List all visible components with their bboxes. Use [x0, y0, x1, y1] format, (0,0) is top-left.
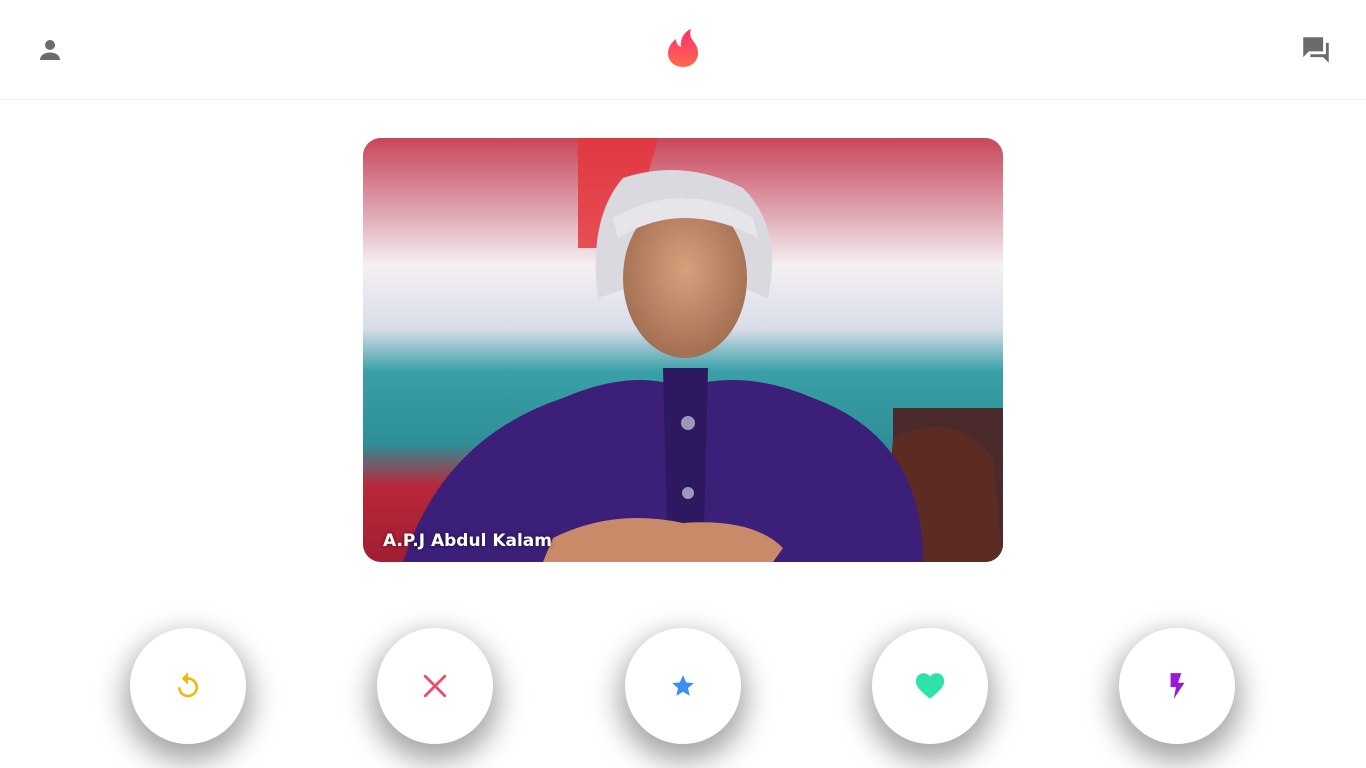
- top-bar: [0, 0, 1366, 100]
- person-icon: [40, 40, 60, 60]
- profile-button[interactable]: [30, 30, 70, 70]
- profile-name: A.P.J Abdul Kalam: [383, 531, 552, 551]
- flash-icon: [1170, 673, 1185, 699]
- close-icon: [423, 674, 447, 698]
- heart-icon: [915, 673, 945, 699]
- replay-icon: [178, 672, 198, 698]
- flame-logo-icon: [668, 29, 698, 67]
- profile-photo: [363, 138, 1003, 562]
- star-icon: [672, 675, 694, 696]
- app-logo[interactable]: [662, 26, 704, 70]
- messages-button[interactable]: [1296, 30, 1336, 70]
- forum-icon: [1303, 37, 1329, 63]
- super-like-button[interactable]: [625, 628, 741, 744]
- profile-card[interactable]: A.P.J Abdul Kalam: [363, 138, 1003, 562]
- nope-button[interactable]: [377, 628, 493, 744]
- rewind-button[interactable]: [130, 628, 246, 744]
- boost-button[interactable]: [1119, 628, 1235, 744]
- like-button[interactable]: [872, 628, 988, 744]
